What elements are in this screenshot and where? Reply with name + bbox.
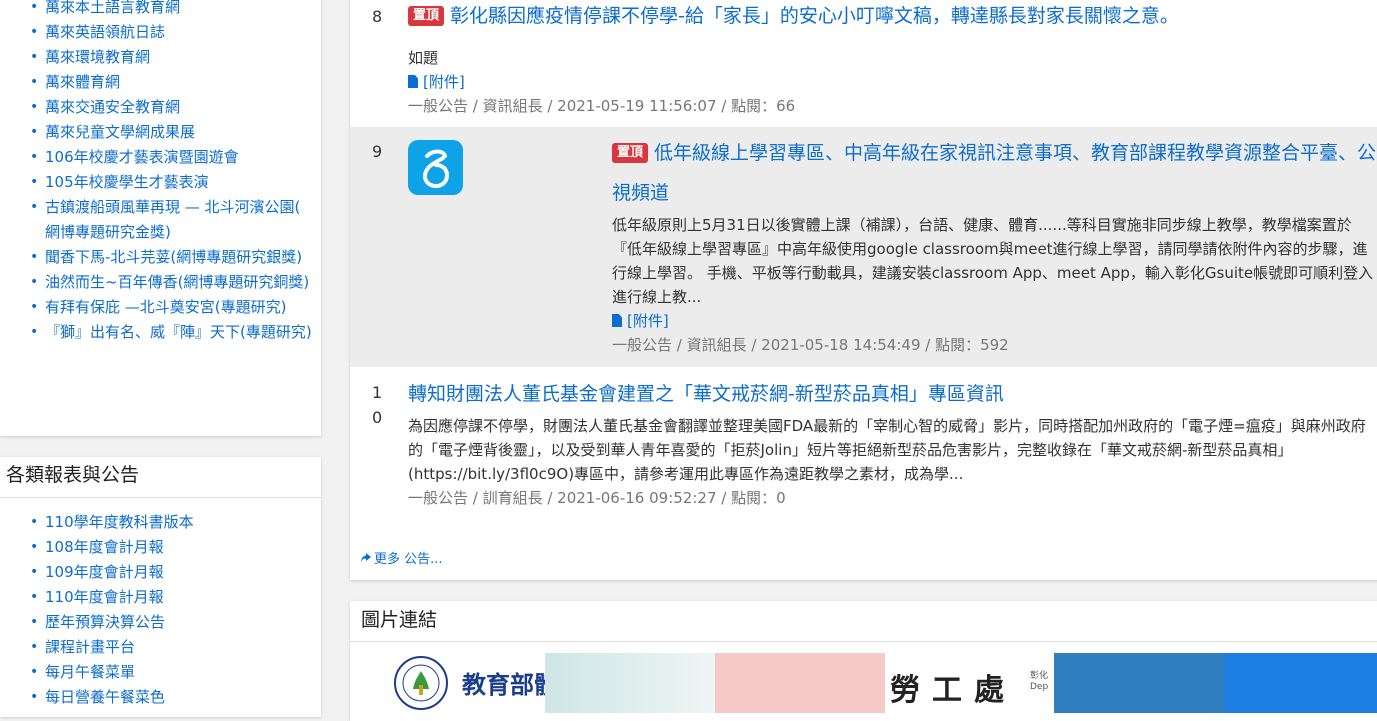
attachment-label: [附件] (423, 73, 465, 91)
sidebar-link[interactable]: 有拜有保庇 —北斗奠安宮(專題研究) (0, 295, 321, 320)
sidebar-link-label[interactable]: 歷年預算決算公告 (45, 613, 165, 631)
sidebar-link[interactable]: 106年校慶才藝表演暨園遊會 (0, 145, 321, 170)
sidebar-link[interactable]: 萬來環境教育網 (0, 45, 321, 70)
classroom-app-icon[interactable] (408, 140, 463, 195)
sidebar-link[interactable]: 歷年預算決算公告 (0, 610, 321, 635)
sidebar-link-label[interactable]: 油然而生~百年傳香(網博專題研究銅獎) (45, 273, 309, 291)
reports-list: 110學年度教科書版本 108年度會計月報 109年度會計月報 110年度會計月報歷年… (0, 510, 321, 710)
row-number: 8 (372, 7, 383, 26)
sidebar-link-label[interactable]: 聞香下馬-北斗芫荽(網博專題研究銀獎) (45, 248, 302, 266)
sidebar-link-label[interactable]: 萬來英語領航日誌 (45, 23, 165, 41)
more-announcements-link[interactable]: 更多 公告... (360, 548, 443, 567)
sidebar-link-label[interactable]: 萬來本土語言教育網 (45, 0, 180, 16)
announcement-title-link[interactable]: 轉知財團法人董氏基金會建置之「華文戒菸網-新型菸品真相」專區資訊 (408, 383, 1004, 405)
reports-heading: 各類報表與公告 (0, 457, 321, 498)
sidebar-link-label[interactable]: 106年校慶才藝表演暨園遊會 (45, 148, 239, 166)
labor-banner-label[interactable]: 勞工處 (890, 665, 1016, 709)
sidebar-link-label[interactable]: 有拜有保庇 —北斗奠安宮(專題研究) (45, 298, 286, 316)
image-link-banner[interactable] (545, 653, 715, 713)
sidebar-link[interactable]: 古鎮渡船頭風華再現 — 北斗河濱公園( 網博專題研究金獎) (0, 195, 321, 245)
sidebar-link[interactable]: 萬來兒童文學網成果展 (0, 120, 321, 145)
image-link-banner[interactable] (715, 653, 885, 713)
announcement-body: 如題 (408, 49, 439, 67)
file-icon (408, 75, 418, 88)
attachment-link[interactable]: [附件] (408, 70, 1377, 94)
announcement-body: 為因應停課不停學，財團法人董氏基金會翻譯並整理美國FDA最新的「宰制心智的威脅」… (408, 417, 1366, 483)
attachment-link[interactable]: [附件] (612, 309, 1377, 333)
reports-card: 各類報表與公告 110學年度教科書版本108年度會計月報109年度會計月報110… (0, 457, 321, 717)
pinned-badge: 置頂 (408, 6, 445, 26)
row-number: 9 (372, 142, 383, 161)
announcement-meta: 一般公告 / 資訊組長 / 2021-05-19 11:56:07 / 點閱：6… (408, 97, 796, 115)
sidebar-link-label[interactable]: 萬來環境教育網 (45, 48, 150, 66)
moe-banner-label[interactable]: 教育部體 (462, 665, 558, 700)
image-links-card: 圖片連結 教育部體 勞工處 彰化 Dep (350, 601, 1377, 721)
sidebar-link[interactable]: 每日營養午餐菜色 (0, 685, 321, 710)
sidebar-link[interactable]: 萬來交通安全教育網 (0, 95, 321, 120)
moe-seal-icon[interactable] (393, 655, 449, 711)
sidebar-link-label[interactable]: 110學年度教科書版本 (45, 513, 194, 531)
image-link-banner[interactable] (1054, 653, 1224, 713)
announcement-row: 8 置頂 彰化縣因應疫情停課不停學-給「家長」的安心小叮嚀文稿，轉達縣長對家長關懷… (350, 0, 1377, 124)
sidebar-link[interactable]: 110年度會計月報 (0, 585, 321, 610)
labor-banner-sublabel: 彰化 Dep (1030, 671, 1049, 692)
sidebar-link-label[interactable]: 萬來體育網 (45, 73, 120, 91)
sidebar-link[interactable]: 萬來體育網 (0, 70, 321, 95)
sidebar-link[interactable]: 聞香下馬-北斗芫荽(網博專題研究銀獎) (0, 245, 321, 270)
announcement-meta: 一般公告 / 資訊組長 / 2021-05-18 14:54:49 / 點閱：5… (612, 336, 1009, 354)
sidebar-link[interactable]: 萬來本土語言教育網 (0, 0, 321, 20)
pinned-badge: 置頂 (612, 143, 649, 163)
announcement-title-link[interactable]: 低年級線上學習專區、中高年級在家視訊注意事項、教育部課程教學資源整合平臺、公視頻… (612, 142, 1376, 204)
row-number: 1 0 (372, 383, 383, 427)
links-card: 萬來本土語言教育網萬來英語領航日誌萬來環境教育網萬來體育網萬來交通安全教育網萬來… (0, 0, 321, 436)
sidebar-link-label[interactable]: 105年校慶學生才藝表演 (45, 173, 209, 191)
sidebar-link[interactable]: 萬來英語領航日誌 (0, 20, 321, 45)
sidebar-link[interactable]: 每月午餐菜單 (0, 660, 321, 685)
file-icon (612, 314, 622, 327)
sidebar-link[interactable]: 『獅』出有名、威『陣』天下(專題研究) (0, 320, 321, 345)
sidebar-link-label[interactable]: 古鎮渡船頭風華再現 — 北斗河濱公園( 網博專題研究金獎) (45, 198, 300, 241)
announcement-title-link[interactable]: 彰化縣因應疫情停課不停學-給「家長」的安心小叮嚀文稿，轉達縣長對家長關懷之意。 (450, 5, 1179, 27)
sidebar-link[interactable]: 105年校慶學生才藝表演 (0, 170, 321, 195)
sidebar-link-label[interactable]: 課程計畫平台 (45, 638, 135, 656)
image-links-heading: 圖片連結 (350, 601, 1377, 642)
announcement-row: 1 0 轉知財團法人董氏基金會建置之「華文戒菸網-新型菸品真相」專區資訊 為因應… (350, 380, 1377, 520)
more-announcements-label: 更多 公告... (374, 552, 443, 567)
sidebar-link[interactable]: 109年度會計月報 (0, 560, 321, 585)
sidebar-link[interactable]: 課程計畫平台 (0, 635, 321, 660)
sidebar-link-label[interactable]: 萬來兒童文學網成果展 (45, 123, 195, 141)
sidebar-link-label[interactable]: 每日營養午餐菜色 (45, 688, 165, 706)
announcement-body: 低年級原則上5月31日以後實體上課（補課），台語、健康、體育......等科目實… (612, 216, 1374, 306)
sidebar-link-label[interactable]: 109年度會計月報 (45, 563, 164, 581)
sidebar-link[interactable]: 108年度會計月報 (0, 535, 321, 560)
share-icon (361, 553, 371, 563)
announcement-card: 8 置頂 彰化縣因應疫情停課不停學-給「家長」的安心小叮嚀文稿，轉達縣長對家長關懷… (350, 0, 1377, 580)
announcement-row: 9 置頂 低年級線上學習專區、中高年級在家視訊注意事項、教育部課程教學資源整合平臺… (350, 127, 1377, 367)
sidebar-link-label[interactable]: 110年度會計月報 (45, 588, 164, 606)
announcement-meta: 一般公告 / 訓育組長 / 2021-06-16 09:52:27 / 點閱：0 (408, 489, 786, 507)
links-list: 萬來本土語言教育網萬來英語領航日誌萬來環境教育網萬來體育網萬來交通安全教育網萬來… (0, 0, 321, 345)
attachment-label: [附件] (627, 312, 669, 330)
sidebar-link-label[interactable]: 108年度會計月報 (45, 538, 164, 556)
sidebar-link-label[interactable]: 萬來交通安全教育網 (45, 98, 180, 116)
sidebar-link-label[interactable]: 每月午餐菜單 (45, 663, 135, 681)
sidebar-link[interactable]: 油然而生~百年傳香(網博專題研究銅獎) (0, 270, 321, 295)
sidebar-link-label[interactable]: 『獅』出有名、威『陣』天下(專題研究) (45, 323, 312, 341)
image-link-banner[interactable] (1224, 653, 1377, 713)
sidebar-link[interactable]: 110學年度教科書版本 (0, 510, 321, 535)
